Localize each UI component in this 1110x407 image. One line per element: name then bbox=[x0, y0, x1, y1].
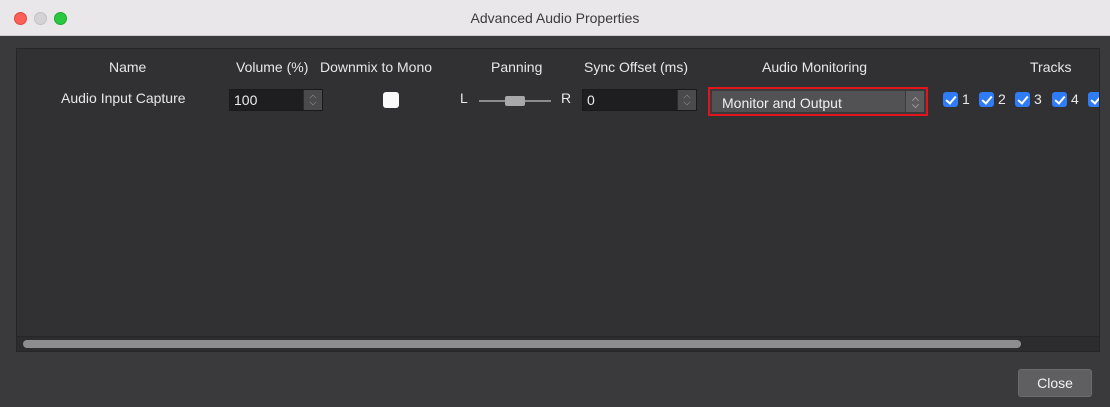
track-label: 2 bbox=[998, 91, 1006, 107]
panning-slider-handle[interactable] bbox=[505, 96, 525, 106]
pan-left-label: L bbox=[460, 90, 468, 106]
volume-stepper-icon[interactable] bbox=[303, 90, 322, 110]
header-tracks: Tracks bbox=[1030, 59, 1072, 75]
pan-right-label: R bbox=[561, 90, 572, 106]
scrollbar-thumb[interactable] bbox=[23, 340, 1021, 348]
audio-monitoring-value: Monitor and Output bbox=[722, 95, 842, 111]
audio-monitoring-select[interactable]: Monitor and Output bbox=[708, 87, 928, 116]
audio-sources-table: Name Volume (%) Downmix to Mono Panning … bbox=[16, 48, 1100, 352]
source-name: Audio Input Capture bbox=[61, 90, 186, 106]
header-sync-offset: Sync Offset (ms) bbox=[584, 59, 688, 75]
track-label: 3 bbox=[1034, 91, 1042, 107]
track-label: 1 bbox=[962, 91, 970, 107]
header-name: Name bbox=[109, 59, 147, 75]
volume-spinbox[interactable]: 100 bbox=[229, 89, 323, 111]
close-button[interactable]: Close bbox=[1018, 369, 1092, 397]
header-panning: Panning bbox=[491, 59, 543, 75]
sync-offset-spinbox[interactable]: 0 bbox=[582, 89, 697, 111]
header-audio-monitoring: Audio Monitoring bbox=[762, 59, 868, 75]
volume-value: 100 bbox=[234, 92, 258, 108]
checkbox-checked-icon bbox=[943, 92, 958, 107]
select-arrows-icon[interactable] bbox=[905, 91, 924, 112]
checkbox-checked-icon bbox=[1052, 92, 1067, 107]
horizontal-scrollbar[interactable] bbox=[17, 336, 1099, 351]
checkbox-checked-icon bbox=[1088, 92, 1099, 107]
sync-offset-stepper-icon[interactable] bbox=[677, 90, 696, 110]
sync-offset-value: 0 bbox=[587, 92, 595, 108]
title-bar: Advanced Audio Properties bbox=[0, 0, 1110, 36]
window-title: Advanced Audio Properties bbox=[470, 10, 640, 26]
track-label: 4 bbox=[1071, 91, 1079, 107]
checkbox-checked-icon bbox=[979, 92, 994, 107]
downmix-mono-checkbox[interactable] bbox=[383, 92, 399, 108]
header-volume: Volume (%) bbox=[236, 59, 309, 75]
header-downmix: Downmix to Mono bbox=[320, 59, 433, 75]
checkbox-checked-icon bbox=[1015, 92, 1030, 107]
advanced-audio-properties-window: Advanced Audio Properties Name Volume (%… bbox=[0, 0, 1110, 407]
